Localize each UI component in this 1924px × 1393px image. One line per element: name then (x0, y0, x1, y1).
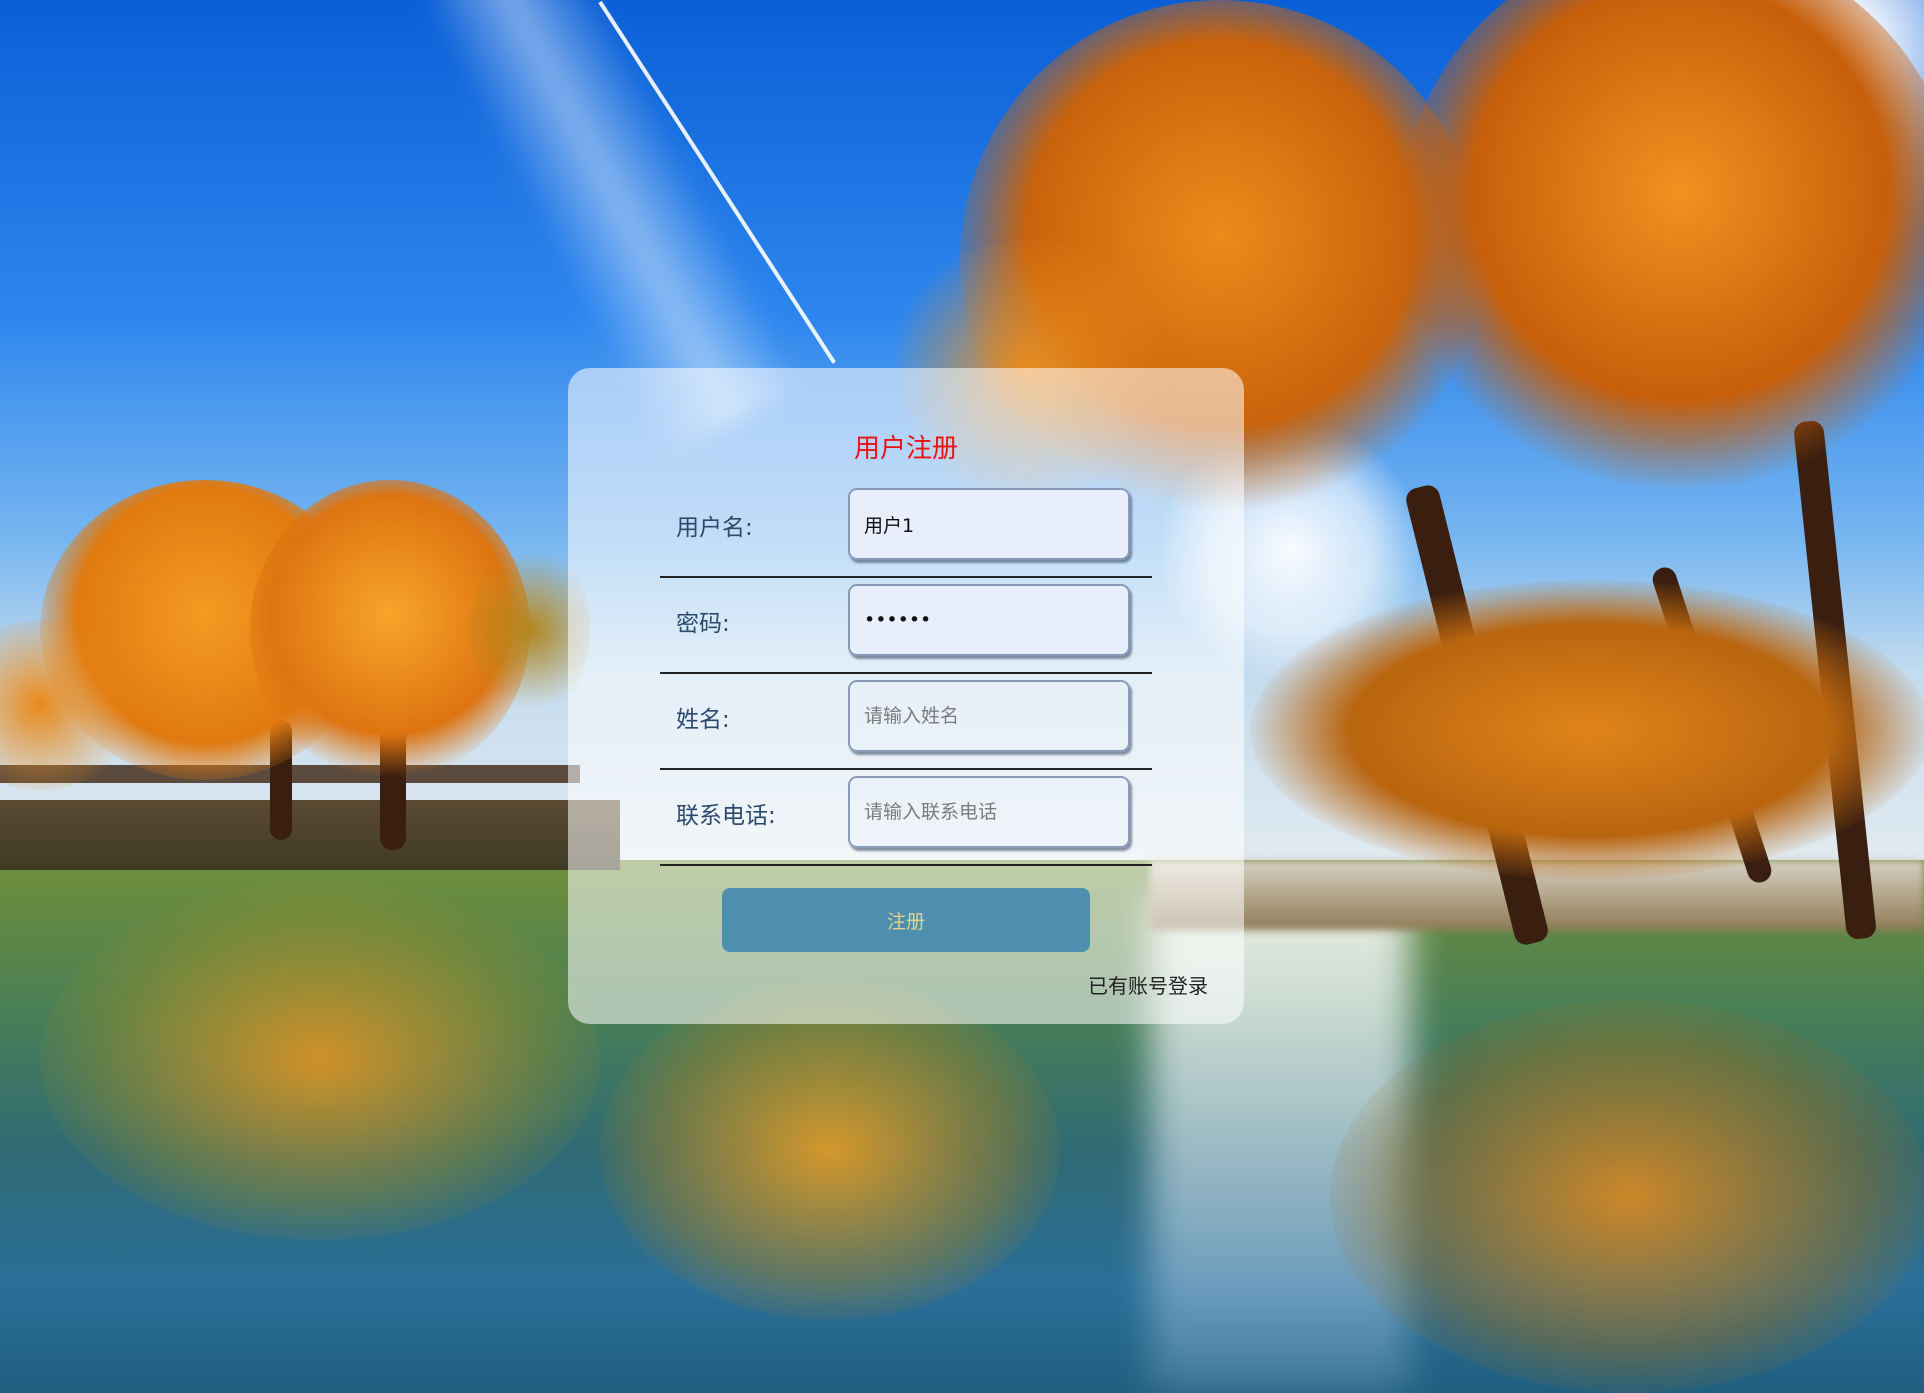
username-label: 用户名: (676, 515, 753, 541)
background-left-bank (0, 800, 620, 870)
background-tree-reflection (40, 880, 600, 1240)
name-label: 姓名: (676, 707, 730, 733)
login-link[interactable]: 已有账号登录 (1088, 970, 1208, 999)
background-tree-foliage (1250, 580, 1924, 880)
background-tree-reflection (600, 980, 1060, 1320)
name-input[interactable] (848, 680, 1130, 752)
phone-input[interactable] (848, 776, 1130, 848)
register-card: 用户注册 用户名: 密码: 姓名: 联系电话: 注册 已有账号登录 (568, 368, 1244, 1024)
register-button[interactable]: 注册 (722, 888, 1090, 952)
password-label: 密码: (676, 611, 730, 637)
password-row: 密码: (660, 576, 1152, 674)
username-input[interactable] (848, 488, 1130, 560)
background-tree-reflection (1330, 1000, 1924, 1393)
name-row: 姓名: (660, 672, 1152, 770)
password-input[interactable] (848, 584, 1130, 656)
page: 用户注册 用户名: 密码: 姓名: 联系电话: 注册 已有账号登录 (0, 0, 1924, 1393)
phone-row: 联系电话: (660, 768, 1152, 866)
phone-label: 联系电话: (676, 803, 776, 829)
register-title: 用户注册 (853, 434, 958, 464)
username-row: 用户名: (660, 480, 1152, 578)
